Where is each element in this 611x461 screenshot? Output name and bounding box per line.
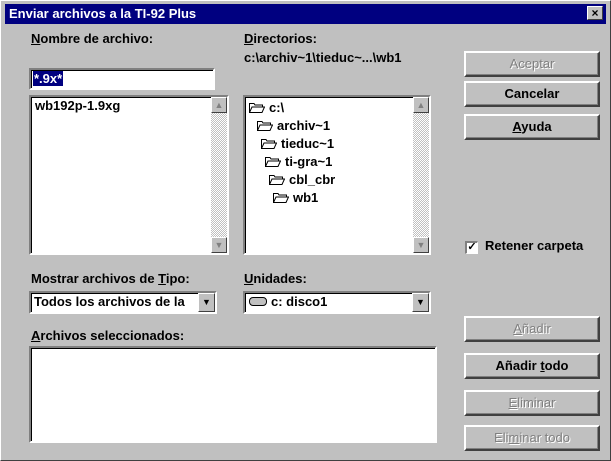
retain-folder-checkbox[interactable]: ✓ — [465, 241, 478, 254]
title-bar[interactable]: Enviar archivos a la TI-92 Plus × — [5, 4, 606, 24]
add-all-button[interactable]: Añadir todo — [464, 353, 600, 379]
cancel-button[interactable]: Cancelar — [464, 81, 600, 107]
scroll-down-button[interactable]: ▼ — [211, 237, 227, 253]
remove-button[interactable]: Eliminar — [464, 390, 600, 416]
open-folder-icon — [261, 139, 277, 149]
file-type-select[interactable]: Todos los archivos de la ▼ — [29, 291, 217, 314]
selected-files-list[interactable] — [29, 346, 437, 443]
open-folder-icon — [257, 121, 273, 131]
file-type-value: Todos los archivos de la — [34, 294, 185, 309]
dir-item-tieduc[interactable]: tieduc~1 — [261, 135, 334, 153]
accept-button[interactable]: Aceptar — [464, 51, 600, 77]
close-button[interactable]: × — [587, 6, 603, 20]
scroll-up-button[interactable]: ▲ — [413, 97, 429, 113]
drive-icon — [249, 297, 267, 306]
scroll-up-button[interactable]: ▲ — [211, 97, 227, 113]
drives-value: c: disco1 — [249, 294, 327, 309]
chevron-down-icon[interactable]: ▼ — [412, 293, 429, 312]
file-list[interactable]: wb192p-1.9xg ▲ ▼ — [29, 95, 229, 255]
directory-tree[interactable]: c:\ archiv~1 tieduc~1 ti-gra~1 cbl_cbr w… — [243, 95, 431, 255]
add-button[interactable]: Añadir — [464, 316, 600, 342]
file-type-label: Mostrar archivos de Tipo: — [31, 271, 190, 286]
dir-item-wb1[interactable]: wb1 — [273, 189, 318, 207]
retain-folder-label: Retener carpeta — [485, 238, 584, 253]
dir-item-cblcbr[interactable]: cbl_cbr — [269, 171, 335, 189]
window-title: Enviar archivos a la TI-92 Plus — [9, 6, 197, 21]
file-name-input[interactable]: *.9x* — [29, 68, 215, 90]
dir-item-tigra[interactable]: ti-gra~1 — [265, 153, 332, 171]
directories-label: Directorios: — [244, 31, 317, 46]
open-folder-icon — [273, 193, 289, 203]
remove-all-button[interactable]: Eliminar todo — [464, 425, 600, 451]
open-folder-icon — [269, 175, 285, 185]
open-folder-icon — [249, 103, 265, 113]
dir-item-archiv[interactable]: archiv~1 — [257, 117, 330, 135]
current-path: c:\archiv~1\tieduc~...\wb1 — [244, 50, 402, 65]
file-list-scrollbar[interactable]: ▲ ▼ — [211, 97, 227, 253]
directory-tree-scrollbar[interactable]: ▲ ▼ — [413, 97, 429, 253]
file-name-input-value: *.9x* — [33, 71, 64, 86]
open-folder-icon — [265, 157, 281, 167]
drives-select[interactable]: c: disco1 ▼ — [243, 291, 431, 314]
file-name-label: Nombre de archivo: — [31, 31, 154, 46]
scroll-down-button[interactable]: ▼ — [413, 237, 429, 253]
drives-label: Unidades: — [244, 271, 307, 286]
file-list-item[interactable]: wb192p-1.9xg — [35, 97, 120, 115]
dir-item-root[interactable]: c:\ — [249, 99, 284, 117]
selected-files-label: Archivos seleccionados: — [31, 328, 185, 343]
chevron-down-icon[interactable]: ▼ — [198, 293, 215, 312]
help-button[interactable]: Ayuda — [464, 114, 600, 140]
dialog-window: Enviar archivos a la TI-92 Plus × Nombre… — [0, 0, 611, 461]
